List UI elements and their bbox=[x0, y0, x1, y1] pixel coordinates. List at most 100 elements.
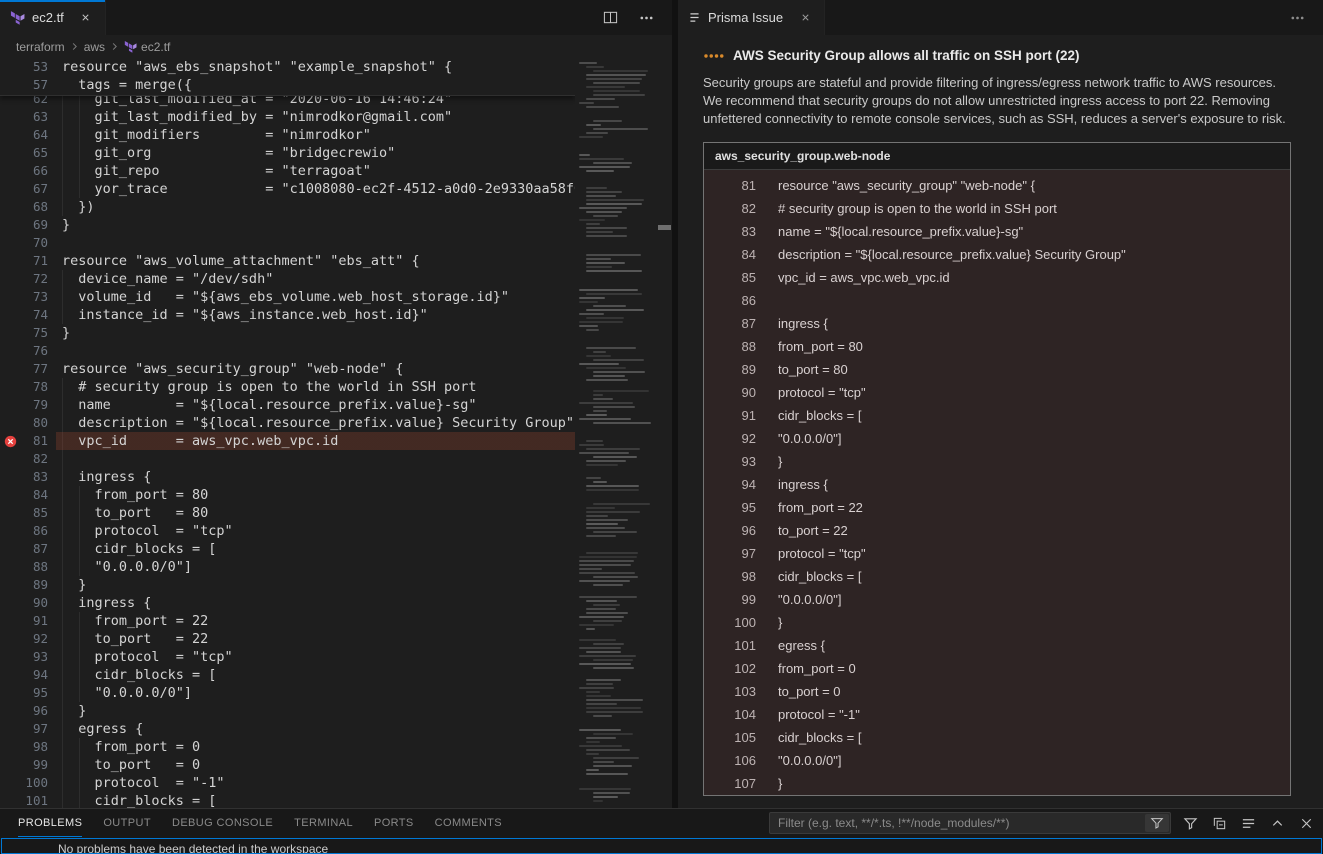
minimap[interactable] bbox=[575, 58, 657, 808]
code-line-70[interactable]: 70 bbox=[0, 234, 575, 252]
split-editor-icon[interactable] bbox=[600, 8, 620, 28]
code-line-93[interactable]: 93 protocol = "tcp" bbox=[0, 648, 575, 666]
gutter[interactable] bbox=[0, 612, 20, 630]
panel-tab-terminal[interactable]: TERMINAL bbox=[294, 809, 353, 837]
gutter[interactable] bbox=[0, 756, 20, 774]
code-line-95[interactable]: 95 "0.0.0.0/0"] bbox=[0, 684, 575, 702]
code-line-63[interactable]: 63 git_last_modified_by = "nimrodkor@gma… bbox=[0, 108, 575, 126]
code-line-97[interactable]: 97 egress { bbox=[0, 720, 575, 738]
code-line-89[interactable]: 89 } bbox=[0, 576, 575, 594]
code-line-86[interactable]: 86 protocol = "tcp" bbox=[0, 522, 575, 540]
gutter[interactable] bbox=[0, 288, 20, 306]
gutter[interactable] bbox=[0, 198, 20, 216]
code-line-99[interactable]: 99 to_port = 0 bbox=[0, 756, 575, 774]
gutter[interactable] bbox=[0, 162, 20, 180]
code-line-71[interactable]: 71resource "aws_volume_attachment" "ebs_… bbox=[0, 252, 575, 270]
gutter[interactable] bbox=[0, 216, 20, 234]
gutter[interactable] bbox=[0, 576, 20, 594]
code-line-100[interactable]: 100 protocol = "-1" bbox=[0, 774, 575, 792]
panel-tab-comments[interactable]: COMMENTS bbox=[435, 809, 502, 837]
gutter[interactable] bbox=[0, 396, 20, 414]
gutter[interactable] bbox=[0, 126, 20, 144]
gutter[interactable] bbox=[0, 342, 20, 360]
gutter[interactable] bbox=[0, 144, 20, 162]
gutter[interactable] bbox=[0, 468, 20, 486]
code-line-76[interactable]: 76 bbox=[0, 342, 575, 360]
code-line-90[interactable]: 90 ingress { bbox=[0, 594, 575, 612]
code-line-82[interactable]: 82 bbox=[0, 450, 575, 468]
gutter[interactable] bbox=[0, 738, 20, 756]
code-line-91[interactable]: 91 from_port = 22 bbox=[0, 612, 575, 630]
gutter[interactable] bbox=[0, 540, 20, 558]
gutter[interactable] bbox=[0, 720, 20, 738]
more-actions-icon[interactable] bbox=[1287, 8, 1307, 28]
code-line-68[interactable]: 68 }) bbox=[0, 198, 575, 216]
code-line-78[interactable]: 78 # security group is open to the world… bbox=[0, 378, 575, 396]
code-line-96[interactable]: 96 } bbox=[0, 702, 575, 720]
collapse-all-icon[interactable] bbox=[1209, 813, 1229, 833]
code-line-80[interactable]: 80 description = "${local.resource_prefi… bbox=[0, 414, 575, 432]
code-line-84[interactable]: 84 from_port = 80 bbox=[0, 486, 575, 504]
code-line-81[interactable]: 81 vpc_id = aws_vpc.web_vpc.id bbox=[0, 432, 575, 450]
gutter[interactable] bbox=[0, 306, 20, 324]
error-icon[interactable] bbox=[0, 432, 20, 450]
gutter[interactable] bbox=[0, 270, 20, 288]
gutter[interactable] bbox=[0, 414, 20, 432]
breadcrumb-item-terraform[interactable]: terraform bbox=[16, 40, 65, 54]
code-line-67[interactable]: 67 yor_trace = "c1008080-ec2f-4512-a0d0-… bbox=[0, 180, 575, 198]
editor-scrollbar[interactable] bbox=[657, 58, 672, 808]
code-line-87[interactable]: 87 cidr_blocks = [ bbox=[0, 540, 575, 558]
code-line-69[interactable]: 69} bbox=[0, 216, 575, 234]
gutter[interactable] bbox=[0, 180, 20, 198]
gutter[interactable] bbox=[0, 234, 20, 252]
code-line-53[interactable]: 53resource "aws_ebs_snapshot" "example_s… bbox=[0, 58, 575, 76]
gutter[interactable] bbox=[0, 58, 20, 76]
gutter[interactable] bbox=[0, 702, 20, 720]
panel-tab-ports[interactable]: PORTS bbox=[374, 809, 414, 837]
code-line-64[interactable]: 64 git_modifiers = "nimrodkor" bbox=[0, 126, 575, 144]
more-actions-icon[interactable] bbox=[636, 8, 656, 28]
code-line-73[interactable]: 73 volume_id = "${aws_ebs_volume.web_hos… bbox=[0, 288, 575, 306]
maximize-panel-icon[interactable] bbox=[1267, 813, 1287, 833]
code-line-83[interactable]: 83 ingress { bbox=[0, 468, 575, 486]
gutter[interactable] bbox=[0, 522, 20, 540]
gutter[interactable] bbox=[0, 76, 20, 94]
gutter[interactable] bbox=[0, 648, 20, 666]
code-line-92[interactable]: 92 to_port = 22 bbox=[0, 630, 575, 648]
gutter[interactable] bbox=[0, 252, 20, 270]
code-line-72[interactable]: 72 device_name = "/dev/sdh" bbox=[0, 270, 575, 288]
close-icon[interactable] bbox=[796, 9, 814, 27]
code-editor[interactable]: 62 git_last_modified_at = "2020-06-16 14… bbox=[0, 58, 672, 808]
code-line-74[interactable]: 74 instance_id = "${aws_instance.web_hos… bbox=[0, 306, 575, 324]
problems-content[interactable]: No problems have been detected in the wo… bbox=[1, 838, 1322, 854]
breadcrumb-item-aws[interactable]: aws bbox=[84, 40, 105, 54]
code-line-57[interactable]: 57 tags = merge({ bbox=[0, 76, 575, 94]
gutter[interactable] bbox=[0, 108, 20, 126]
code-line-88[interactable]: 88 "0.0.0.0/0"] bbox=[0, 558, 575, 576]
gutter[interactable] bbox=[0, 558, 20, 576]
gutter[interactable] bbox=[0, 450, 20, 468]
panel-tab-output[interactable]: OUTPUT bbox=[103, 809, 151, 837]
gutter[interactable] bbox=[0, 630, 20, 648]
code-line-79[interactable]: 79 name = "${local.resource_prefix.value… bbox=[0, 396, 575, 414]
code-line-85[interactable]: 85 to_port = 80 bbox=[0, 504, 575, 522]
code-line-77[interactable]: 77resource "aws_security_group" "web-nod… bbox=[0, 360, 575, 378]
breadcrumb-item-ec2-tf[interactable]: ec2.tf bbox=[141, 40, 170, 54]
code-line-66[interactable]: 66 git_repo = "terragoat" bbox=[0, 162, 575, 180]
gutter[interactable] bbox=[0, 594, 20, 612]
tab-ec2-tf[interactable]: ec2.tf bbox=[0, 0, 106, 35]
gutter[interactable] bbox=[0, 504, 20, 522]
panel-tab-debug-console[interactable]: DEBUG CONSOLE bbox=[172, 809, 273, 837]
view-as-table-icon[interactable] bbox=[1238, 813, 1258, 833]
code-line-98[interactable]: 98 from_port = 0 bbox=[0, 738, 575, 756]
problems-filter-input[interactable] bbox=[770, 816, 1145, 830]
gutter[interactable] bbox=[0, 378, 20, 396]
filter-funnel-icon[interactable] bbox=[1145, 814, 1169, 832]
filter-icon[interactable] bbox=[1180, 813, 1200, 833]
tab-prisma-issue[interactable]: Prisma Issue bbox=[678, 0, 825, 35]
gutter[interactable] bbox=[0, 324, 20, 342]
close-icon[interactable] bbox=[77, 9, 95, 27]
gutter[interactable] bbox=[0, 774, 20, 792]
gutter[interactable] bbox=[0, 684, 20, 702]
close-panel-icon[interactable] bbox=[1296, 813, 1316, 833]
